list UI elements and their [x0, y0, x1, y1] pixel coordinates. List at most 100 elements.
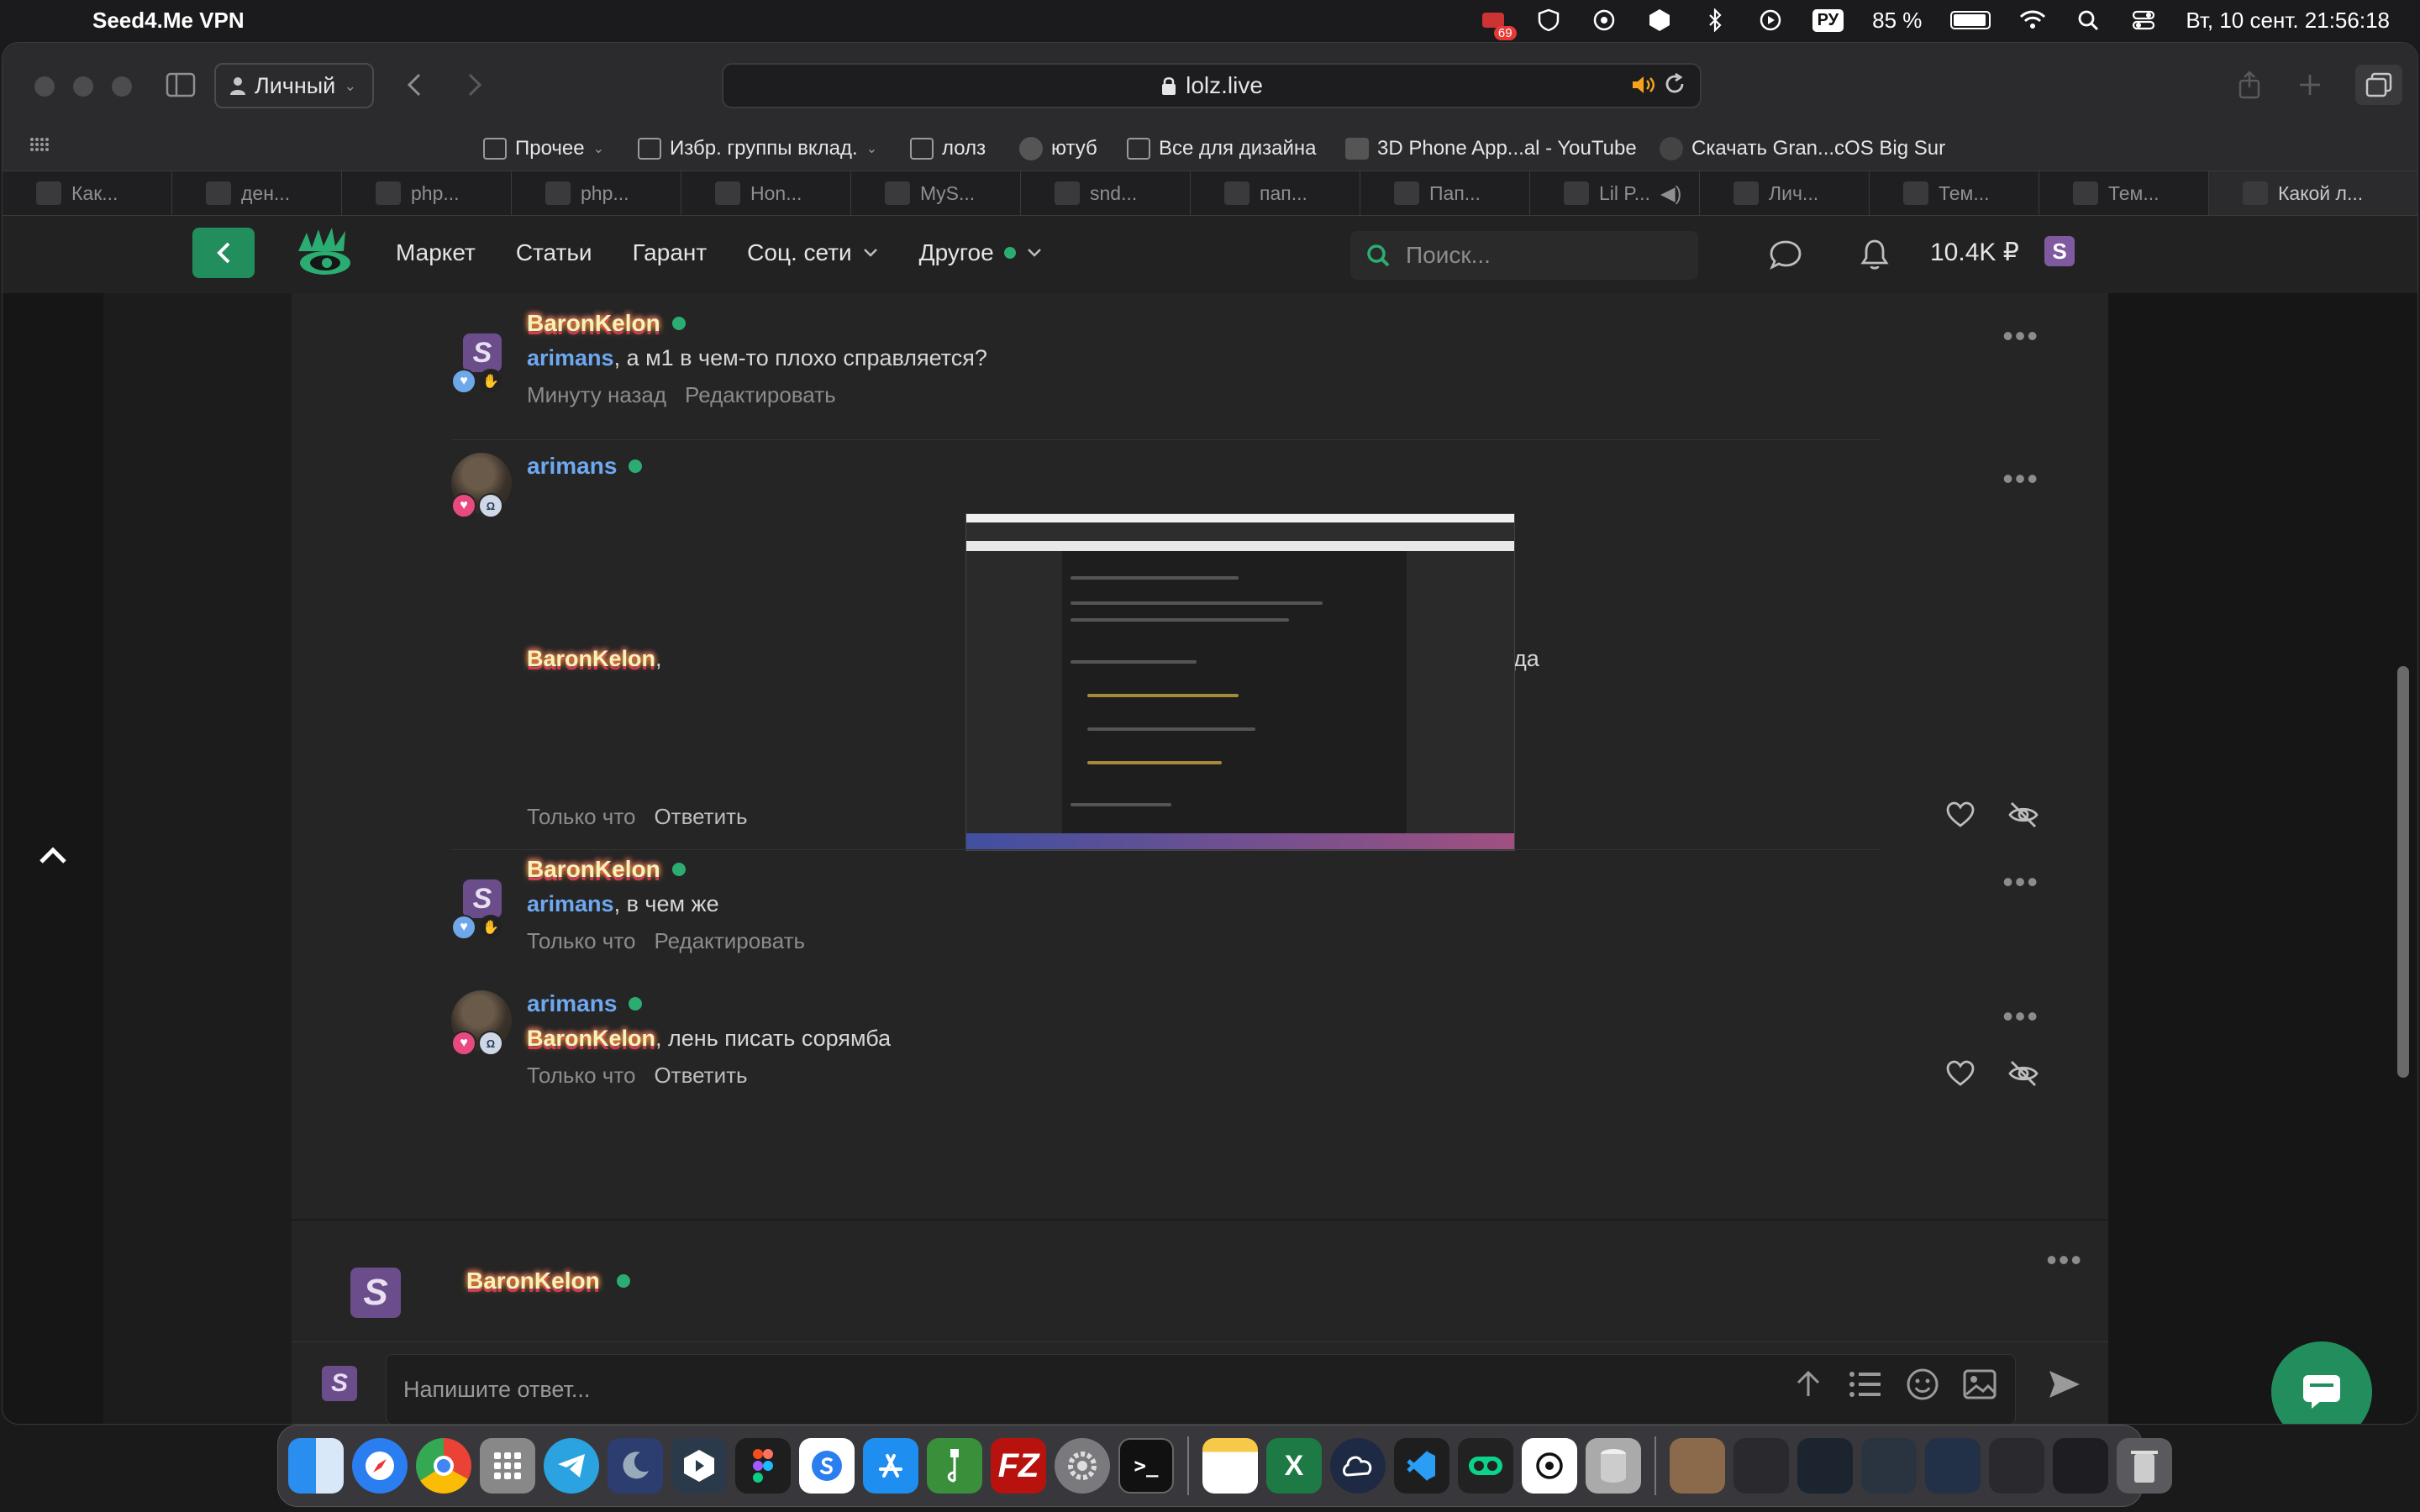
trash-icon[interactable] — [2117, 1438, 2172, 1494]
more-options-icon[interactable]: ••• — [2002, 318, 2039, 354]
bookmark-big-sur[interactable]: Скачать Gran...cOS Big Sur — [1660, 137, 1945, 160]
edit-link[interactable]: Редактировать — [654, 928, 805, 954]
vpn-dock-icon[interactable] — [671, 1438, 727, 1494]
more-options-icon[interactable]: ••• — [2002, 864, 2039, 900]
figma-icon[interactable] — [735, 1438, 791, 1494]
user-avatar[interactable]: S — [2044, 236, 2075, 266]
more-options-icon[interactable]: ••• — [2046, 1242, 2083, 1278]
comment-author[interactable]: BaronKelon — [527, 856, 686, 883]
mention-link[interactable]: BaronKelon — [527, 1026, 655, 1051]
bookmark-design[interactable]: Все для дизайна — [1127, 137, 1316, 160]
window-thumbnail-icon[interactable] — [1733, 1438, 1789, 1494]
back-nav-icon[interactable] — [396, 68, 433, 102]
tab[interactable]: Как... — [3, 171, 172, 215]
vscode-icon[interactable] — [1394, 1438, 1449, 1494]
tab[interactable]: php... — [512, 171, 681, 215]
bookmark-folder-tab-groups[interactable]: Избр. группы вклад. ⌄ — [638, 137, 877, 160]
upload-arrow-icon[interactable] — [1791, 1368, 1826, 1401]
now-playing-icon[interactable] — [1757, 8, 1784, 32]
forward-nav-icon[interactable] — [456, 68, 493, 102]
nav-market[interactable]: Маркет — [396, 239, 476, 266]
tab[interactable]: ден... — [172, 171, 342, 215]
hide-eye-icon[interactable] — [2007, 801, 2039, 829]
tab[interactable]: Lil P... ◀) — [1530, 171, 1700, 215]
scroll-to-top-icon[interactable] — [36, 837, 70, 871]
reply-link[interactable]: Ответить — [654, 804, 747, 830]
comment-author[interactable]: BaronKelon — [527, 310, 686, 337]
database-icon[interactable] — [1586, 1438, 1641, 1494]
tab[interactable]: Тем... — [1870, 171, 2039, 215]
page-scrollbar[interactable] — [2397, 666, 2409, 1078]
bookmark-folder-other[interactable]: Прочее ⌄ — [483, 137, 604, 160]
reply-link[interactable]: Ответить — [654, 1063, 747, 1089]
safari-icon[interactable] — [352, 1438, 408, 1494]
telegram-icon[interactable] — [544, 1438, 599, 1494]
tab[interactable]: Hon... — [681, 171, 851, 215]
more-options-icon[interactable]: ••• — [2002, 999, 2039, 1034]
bookmark-3d-phone[interactable]: 3D Phone App...al - YouTube — [1345, 137, 1637, 160]
site-logo[interactable] — [295, 226, 355, 281]
edit-link[interactable]: Редактировать — [685, 382, 836, 408]
menu-bar-clock[interactable]: Вт, 10 сент. 21:56:18 — [2186, 8, 2390, 34]
back-button[interactable] — [192, 228, 255, 278]
share-icon[interactable] — [2231, 68, 2268, 102]
lunar-client-icon[interactable] — [608, 1438, 663, 1494]
ai-assistant-icon[interactable] — [1330, 1438, 1386, 1494]
notes-icon[interactable] — [1202, 1438, 1258, 1494]
skype-icon[interactable] — [799, 1438, 855, 1494]
green-app-icon[interactable] — [1458, 1438, 1513, 1494]
nav-other[interactable]: Другое — [919, 239, 1043, 266]
bookmark-lolz[interactable]: лолз — [910, 137, 986, 160]
excel-icon[interactable]: X — [1266, 1438, 1322, 1494]
control-center-icon[interactable] — [2130, 8, 2157, 32]
list-format-icon[interactable] — [1848, 1368, 1883, 1401]
bell-icon[interactable] — [1856, 238, 1893, 271]
attached-screenshot-image[interactable] — [965, 513, 1515, 851]
comment-time[interactable]: Только что — [527, 928, 635, 954]
speaker-icon[interactable]: ◀) — [1660, 182, 1681, 205]
nav-social[interactable]: Соц. сети — [747, 239, 879, 266]
battery-icon[interactable] — [1950, 11, 1991, 29]
zoom-window-button[interactable] — [112, 76, 132, 97]
window-thumbnail-icon[interactable] — [2053, 1438, 2108, 1494]
usb-tool-icon[interactable] — [927, 1438, 982, 1494]
tab[interactable]: пап... — [1191, 171, 1360, 215]
close-window-button[interactable] — [34, 76, 55, 97]
heart-icon[interactable] — [1945, 1059, 1975, 1088]
hide-eye-icon[interactable] — [2007, 1059, 2039, 1088]
bluetooth-icon[interactable] — [1702, 8, 1728, 32]
site-search[interactable]: Поиск... — [1350, 231, 1698, 280]
profile-selector[interactable]: Личный ⌄ — [214, 63, 374, 108]
apps-grid-icon[interactable] — [29, 137, 50, 152]
post-author[interactable]: BaronKelon — [466, 1268, 630, 1294]
vpn-app-icon[interactable] — [1646, 8, 1673, 32]
conversations-icon[interactable] — [1767, 238, 1804, 271]
window-thumbnail-icon[interactable] — [1797, 1438, 1853, 1494]
more-options-icon[interactable]: ••• — [2002, 461, 2039, 496]
mention-link[interactable]: arimans — [527, 345, 614, 370]
filezilla-icon[interactable]: FZ — [991, 1438, 1046, 1494]
terminal-icon[interactable]: >_ — [1118, 1438, 1174, 1494]
tab[interactable]: Лич... — [1700, 171, 1870, 215]
post-author-avatar[interactable]: S — [342, 1251, 413, 1335]
notification-app-icon[interactable]: 69 — [1480, 8, 1517, 40]
comment-time[interactable]: Только что — [527, 804, 635, 830]
chatgpt-icon[interactable] — [1591, 8, 1618, 32]
bookmark-youtube[interactable]: ютуб — [1019, 137, 1097, 160]
chatgpt-dock-icon[interactable] — [1522, 1438, 1577, 1494]
emoji-icon[interactable] — [1905, 1368, 1940, 1401]
window-thumbnail-icon[interactable] — [1861, 1438, 1917, 1494]
comment-author[interactable]: arimans — [527, 990, 643, 1017]
send-icon[interactable] — [2046, 1366, 2083, 1403]
comment-time[interactable]: Минуту назад — [527, 382, 666, 408]
sidebar-toggle-icon[interactable] — [162, 68, 199, 102]
tab-active[interactable]: Какой л... — [2209, 171, 2417, 215]
app-store-icon[interactable] — [863, 1438, 918, 1494]
mention-link[interactable]: arimans — [527, 891, 614, 916]
tab-overview-icon[interactable] — [2355, 65, 2402, 105]
nav-articles[interactable]: Статьи — [516, 239, 592, 266]
mention-link[interactable]: BaronKelon — [527, 646, 655, 671]
launchpad-icon[interactable] — [480, 1438, 535, 1494]
spotlight-search-icon[interactable] — [2075, 8, 2102, 32]
photo-stack-icon[interactable] — [1670, 1438, 1725, 1494]
